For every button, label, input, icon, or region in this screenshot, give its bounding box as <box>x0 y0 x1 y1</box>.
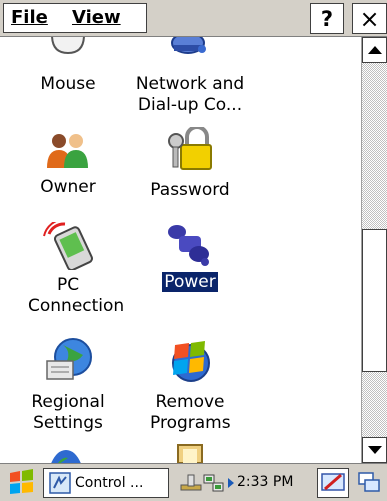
network-status-icon[interactable] <box>203 472 225 494</box>
clock[interactable]: 2:33 PM <box>237 474 293 490</box>
item-label: Network and Dial-up Co... <box>135 74 245 115</box>
pen-icon <box>321 473 345 491</box>
menu-view[interactable]: View <box>72 7 121 28</box>
item-network[interactable]: Network and Dial-up Co... <box>123 37 257 127</box>
item-owner[interactable]: Owner <box>18 132 118 202</box>
item-pc-connection[interactable]: PC Connection <box>18 222 125 332</box>
start-icon[interactable] <box>7 468 37 496</box>
item-mouse[interactable]: Mouse <box>18 37 118 107</box>
control-panel-content: Mouse Network and Dial-up Co... Owner Pa… <box>0 37 361 463</box>
password-icon <box>168 127 212 170</box>
power-icon <box>168 225 209 266</box>
screen: File View ? × Mouse Network and Dial-up … <box>0 0 387 501</box>
control-panel-icon <box>49 472 71 494</box>
item-regional-settings[interactable]: Regional Settings <box>18 337 118 447</box>
menu-group: File View <box>3 3 147 33</box>
sync-icon[interactable] <box>180 473 202 493</box>
arrow-up-icon <box>367 46 382 54</box>
close-button[interactable]: × <box>352 3 387 34</box>
item-label: Remove Programs <box>150 392 231 433</box>
item-password[interactable]: Password <box>140 127 240 202</box>
menu-file[interactable]: File <box>11 7 48 28</box>
mouse-icon <box>51 37 85 55</box>
triangle-right-icon <box>228 478 234 488</box>
item-label: Mouse <box>40 74 96 94</box>
taskbar-control-panel-button[interactable]: Control ... <box>43 468 169 498</box>
partial-icon <box>51 450 81 463</box>
item-power[interactable]: Power <box>140 222 240 312</box>
task-label: Control ... <box>75 475 144 491</box>
help-button[interactable]: ? <box>310 3 344 34</box>
network-icon <box>171 37 206 54</box>
item-remove-programs[interactable]: Remove Programs <box>140 337 240 447</box>
regional-settings-icon <box>46 338 92 380</box>
item-label: Regional Settings <box>31 392 105 433</box>
arrow-down-icon <box>367 446 382 454</box>
partial-icon <box>177 444 203 463</box>
vertical-scrollbar[interactable] <box>361 37 387 463</box>
scroll-thumb[interactable] <box>362 229 387 372</box>
scroll-down-button[interactable] <box>362 437 387 463</box>
item-label: Password <box>150 180 230 200</box>
item-label: Power <box>161 271 219 293</box>
taskbar: Control ... 2:33 PM <box>0 463 387 501</box>
menu-bar: File View ? × <box>0 0 387 37</box>
item-label: PC Connection <box>28 275 125 316</box>
scroll-up-button[interactable] <box>362 37 387 63</box>
desktop-icon[interactable] <box>357 471 381 495</box>
owner-icon <box>47 134 88 168</box>
pc-connection-icon <box>43 222 93 270</box>
input-panel-button[interactable] <box>317 468 349 498</box>
remove-programs-icon <box>172 341 210 382</box>
item-label: Owner <box>40 177 96 197</box>
